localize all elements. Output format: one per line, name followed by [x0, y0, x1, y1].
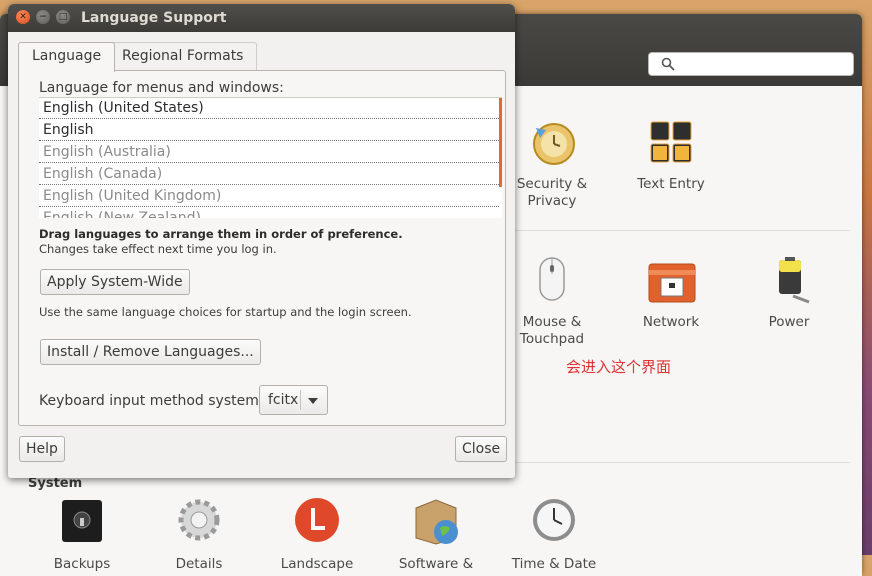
combo-separator	[300, 390, 301, 410]
keyboard-icon	[645, 118, 697, 170]
security-privacy-label: Security & Privacy	[516, 176, 588, 209]
dialog-titlebar: ✕ − □ Language Support	[8, 4, 515, 32]
security-privacy-icon	[526, 118, 578, 170]
list-item[interactable]: English (United States)	[39, 98, 499, 119]
apply-hint: Use the same language choices for startu…	[39, 305, 412, 319]
minimize-window-button[interactable]: −	[36, 10, 50, 24]
landscape-item[interactable]: Landscape	[257, 498, 377, 573]
language-list-label: Language for menus and windows:	[39, 80, 284, 96]
keyboard-input-select[interactable]: fcitx	[259, 385, 328, 415]
list-item[interactable]: English (New Zealand)	[39, 208, 499, 218]
install-remove-languages-button[interactable]: Install / Remove Languages...	[40, 339, 261, 365]
text-entry-label: Text Entry	[637, 176, 705, 192]
chevron-down-icon	[308, 398, 318, 404]
language-tab-panel: Language for menus and windows: English …	[18, 70, 506, 426]
landscape-icon	[291, 498, 343, 550]
apply-system-wide-button[interactable]: Apply System-Wide	[40, 269, 190, 295]
power-label: Power	[768, 314, 810, 330]
keyboard-input-value: fcitx	[268, 392, 299, 408]
annotation-text: 会进入这个界面	[566, 358, 672, 376]
text-entry-item[interactable]: Text Entry	[611, 118, 731, 193]
settings-search-input[interactable]	[648, 52, 854, 76]
effect-hint: Changes take effect next time you log in…	[39, 242, 277, 256]
software-updates-label: Software &	[398, 556, 474, 572]
list-item[interactable]: English (Australia)	[39, 142, 499, 163]
backups-label: Backups	[53, 556, 111, 572]
keyboard-input-label: Keyboard input method system:	[39, 393, 264, 409]
list-item[interactable]: English (United Kingdom)	[39, 186, 499, 207]
maximize-window-button[interactable]: □	[56, 10, 70, 24]
list-item[interactable]: English	[39, 120, 499, 141]
close-button[interactable]: Close	[455, 436, 508, 462]
backups-item[interactable]: Backups	[22, 498, 142, 573]
close-window-button[interactable]: ✕	[16, 10, 30, 24]
battery-icon	[763, 256, 815, 308]
clock-icon	[528, 498, 580, 550]
list-scrollbar[interactable]	[499, 98, 502, 187]
mouse-touchpad-label: Mouse & Touchpad	[519, 314, 585, 347]
list-item[interactable]: English (Canada)	[39, 164, 499, 185]
power-item[interactable]: Power	[729, 256, 849, 331]
section-system-title: System	[28, 476, 83, 491]
tab-language[interactable]: Language	[18, 42, 116, 72]
language-list[interactable]: English (United States) English English …	[39, 97, 502, 218]
details-label: Details	[175, 556, 223, 572]
search-icon	[661, 57, 675, 71]
gear-icon	[173, 498, 225, 550]
help-button[interactable]: Help	[19, 436, 65, 462]
time-date-label: Time & Date	[511, 556, 597, 572]
tab-regional-formats[interactable]: Regional Formats	[108, 42, 258, 71]
network-item[interactable]: Network	[611, 256, 731, 331]
mouse-icon	[526, 256, 578, 308]
network-icon	[645, 256, 697, 308]
landscape-label: Landscape	[280, 556, 354, 572]
dialog-title: Language Support	[81, 10, 227, 26]
details-item[interactable]: Details	[139, 498, 259, 573]
drag-hint: Drag languages to arrange them in order …	[39, 227, 403, 241]
package-globe-icon	[410, 498, 462, 550]
software-updates-item[interactable]: Software &	[376, 498, 496, 573]
safe-icon	[56, 498, 108, 550]
time-date-item[interactable]: Time & Date	[494, 498, 614, 573]
network-label: Network	[642, 314, 700, 330]
language-support-dialog: ✕ − □ Language Support Language Regional…	[8, 4, 515, 478]
